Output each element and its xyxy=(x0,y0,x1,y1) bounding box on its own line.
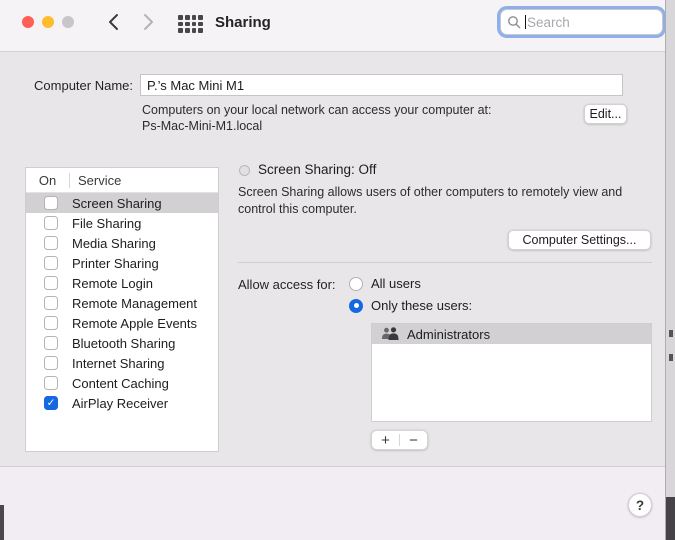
back-button[interactable] xyxy=(102,11,124,33)
service-row-bluetooth-sharing[interactable]: Bluetooth Sharing xyxy=(26,333,218,353)
service-list-header: On Service xyxy=(26,168,218,193)
screen-sharing-description: Screen Sharing allows users of other com… xyxy=(238,185,623,216)
background-artifact xyxy=(669,354,673,361)
radio-all-users[interactable]: All users xyxy=(349,276,421,291)
add-remove-control: + − xyxy=(371,430,428,450)
computer-name-description: Computers on your local network can acce… xyxy=(142,103,562,134)
service-row-file-sharing[interactable]: File Sharing xyxy=(26,213,218,233)
close-window-button[interactable] xyxy=(22,16,34,28)
user-name: Administrators xyxy=(407,326,491,342)
service-row-internet-sharing[interactable]: Internet Sharing xyxy=(26,353,218,373)
column-header-service: Service xyxy=(78,172,122,188)
service-list: On Service Screen Sharing File Sharing M… xyxy=(25,167,219,452)
service-checkbox[interactable] xyxy=(44,216,58,230)
service-checkbox[interactable] xyxy=(44,396,58,410)
service-row-remote-apple-events[interactable]: Remote Apple Events xyxy=(26,313,218,333)
service-row-printer-sharing[interactable]: Printer Sharing xyxy=(26,253,218,273)
minimize-window-button[interactable] xyxy=(42,16,54,28)
zoom-window-button xyxy=(62,16,74,28)
text-caret xyxy=(525,15,526,29)
edit-button[interactable]: Edit... xyxy=(584,104,627,124)
search-input[interactable]: Search xyxy=(500,9,663,35)
computer-name-label: Computer Name: xyxy=(34,78,133,93)
search-placeholder: Search xyxy=(527,14,570,30)
user-row-administrators[interactable]: Administrators xyxy=(372,324,651,344)
service-label: AirPlay Receiver xyxy=(72,395,169,411)
radio-label: All users xyxy=(371,276,421,291)
service-checkbox[interactable] xyxy=(44,236,58,250)
window-title: Sharing xyxy=(215,14,271,31)
remove-user-button[interactable]: − xyxy=(400,431,427,449)
allow-access-label: Allow access for: xyxy=(238,277,336,292)
service-label: Screen Sharing xyxy=(72,195,162,211)
chevron-left-icon xyxy=(108,14,118,30)
service-row-airplay-receiver[interactable]: AirPlay Receiver xyxy=(26,393,218,413)
service-row-remote-management[interactable]: Remote Management xyxy=(26,293,218,313)
service-label: Internet Sharing xyxy=(72,355,165,371)
service-checkbox[interactable] xyxy=(44,256,58,270)
sharing-preferences-window: Sharing Search Computer Name: Computers … xyxy=(0,0,675,540)
service-checkbox[interactable] xyxy=(44,356,58,370)
column-header-on: On xyxy=(38,172,57,188)
service-checkbox[interactable] xyxy=(44,296,58,310)
computer-settings-button[interactable]: Computer Settings... xyxy=(508,230,651,250)
background-artifact xyxy=(669,330,673,337)
background-artifact xyxy=(0,505,4,540)
computer-name-hostname: Ps-Mac-Mini-M1.local xyxy=(142,118,263,133)
screen-sharing-status: Screen Sharing: Off xyxy=(258,162,377,177)
user-group-icon xyxy=(381,327,400,341)
service-label: Remote Login xyxy=(72,275,153,291)
show-all-preferences-grid-icon[interactable] xyxy=(178,15,203,33)
service-label: Media Sharing xyxy=(72,235,156,251)
service-label: Content Caching xyxy=(72,375,169,391)
service-row-remote-login[interactable]: Remote Login xyxy=(26,273,218,293)
service-label: File Sharing xyxy=(72,215,142,231)
service-checkbox[interactable] xyxy=(44,196,58,210)
background-window-sliver xyxy=(665,0,675,540)
allowed-users-list: Administrators xyxy=(371,323,652,422)
search-icon xyxy=(508,16,521,29)
service-row-screen-sharing[interactable]: Screen Sharing xyxy=(26,193,218,213)
add-user-button[interactable]: + xyxy=(372,431,399,449)
computer-name-field[interactable] xyxy=(140,74,623,96)
service-row-content-caching[interactable]: Content Caching xyxy=(26,373,218,393)
titlebar: Sharing Search xyxy=(0,0,665,52)
radio-button[interactable] xyxy=(349,298,363,313)
service-checkbox[interactable] xyxy=(44,276,58,290)
footer-bar xyxy=(0,466,665,540)
chevron-right-icon xyxy=(143,14,153,30)
radio-button[interactable] xyxy=(349,276,363,291)
service-label: Bluetooth Sharing xyxy=(72,335,176,351)
screen-sharing-status-indicator xyxy=(239,165,250,176)
help-button[interactable]: ? xyxy=(628,493,652,517)
radio-only-these-users[interactable]: Only these users: xyxy=(349,298,472,313)
service-label: Remote Apple Events xyxy=(72,315,198,331)
service-checkbox[interactable] xyxy=(44,316,58,330)
service-checkbox[interactable] xyxy=(44,336,58,350)
panel-divider xyxy=(238,262,652,263)
service-label: Printer Sharing xyxy=(72,255,159,271)
background-artifact xyxy=(666,497,675,540)
service-checkbox[interactable] xyxy=(44,376,58,390)
service-label: Remote Management xyxy=(72,295,198,311)
service-row-media-sharing[interactable]: Media Sharing xyxy=(26,233,218,253)
radio-label: Only these users: xyxy=(371,298,473,313)
computer-name-description-line1: Computers on your local network can acce… xyxy=(142,103,492,117)
forward-button[interactable] xyxy=(137,11,159,33)
